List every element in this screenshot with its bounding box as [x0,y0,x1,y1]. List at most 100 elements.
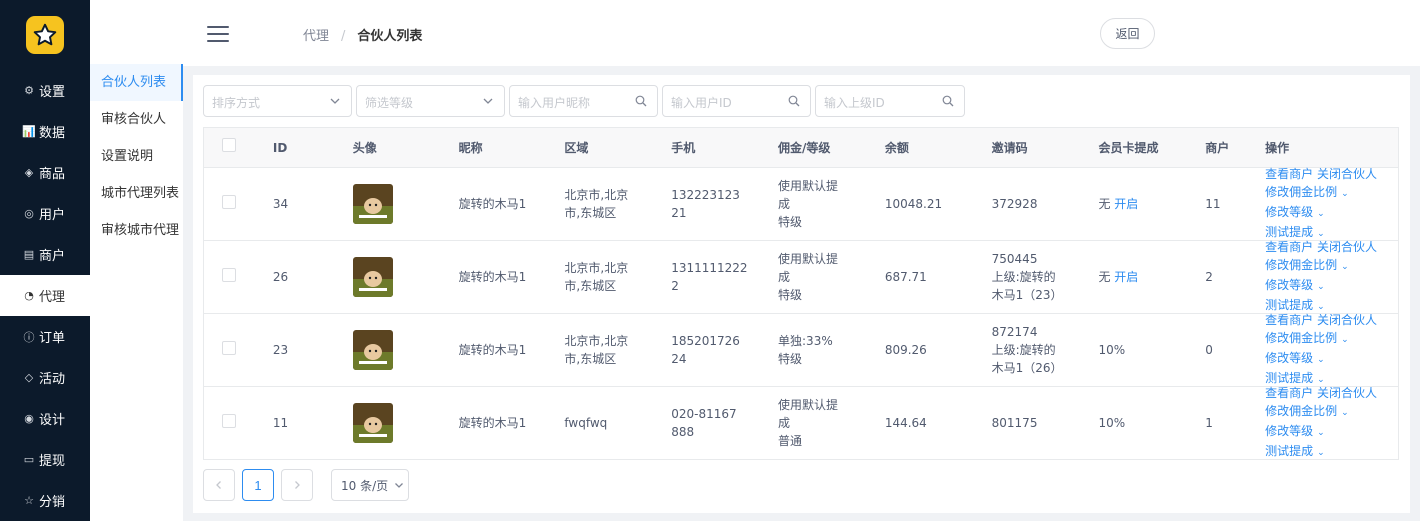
commission-cell: 单独:33% 特级 [778,332,885,368]
row-select-cell [204,340,273,360]
view-merchants-link[interactable]: 查看商户 [1265,240,1313,254]
area-cell: 北京市,北京市,东城区 [564,186,671,222]
view-merchants-link[interactable]: 查看商户 [1265,313,1313,327]
nav-item-design[interactable]: ◉ 设计 [0,398,90,439]
phone-cell: 020-81167888 [671,405,778,441]
invite-cell: 750445 上级:旋转的木马1（23） [992,250,1099,304]
sort-placeholder: 排序方式 [212,96,261,110]
back-button[interactable]: 返回 [1100,18,1155,49]
sub-item-review-city-agent[interactable]: 审核城市代理 [90,212,183,249]
invite-cell: 372928 [992,195,1099,213]
column-header-avatar: 头像 [352,140,377,155]
nav-item-agent[interactable]: ◔ 代理 [0,275,90,316]
test-commission-dropdown[interactable]: 测试提成 [1265,225,1313,239]
avatar-cell [352,403,459,443]
menu-toggle-icon[interactable] [207,26,229,42]
search-icon[interactable] [942,95,954,107]
sort-select[interactable]: 排序方式 [203,85,352,117]
nav-item-activity[interactable]: ◇ 活动 [0,357,90,398]
close-partner-link[interactable]: 关闭合伙人 [1317,240,1377,254]
edit-commission-dropdown[interactable]: 修改佣金比例 [1265,404,1337,418]
search-icon[interactable] [635,95,647,107]
nav-item-orders[interactable]: ⓘ 订单 [0,316,90,357]
edit-level-dropdown[interactable]: 修改等级 [1265,351,1313,365]
edit-level-dropdown[interactable]: 修改等级 [1265,205,1313,219]
commission-cell: 使用默认提成 特级 [778,250,885,304]
nav-item-label: 设置 [39,85,66,100]
area-text: 北京市,北京市,东城区 [564,261,629,293]
row-checkbox[interactable] [222,194,236,209]
column-header-card-commission: 会员卡提成 [1098,140,1159,155]
nav-item-settings[interactable]: ⚙ 设置 [0,70,90,111]
level-select[interactable]: 筛选等级 [356,85,505,117]
row-select-cell [204,413,273,433]
card-enable-link[interactable]: 开启 [1114,270,1138,284]
invite-code-text: 372928 [991,197,1038,211]
close-partner-link[interactable]: 关闭合伙人 [1317,167,1377,181]
test-commission-dropdown[interactable]: 测试提成 [1265,444,1313,458]
close-partner-link[interactable]: 关闭合伙人 [1317,313,1377,327]
sub-item-partner-list[interactable]: 合伙人列表 [90,64,183,101]
edit-level-dropdown[interactable]: 修改等级 [1265,424,1313,438]
main-sidebar: ⚙ 设置 📊 数据 ◈ 商品 ◎ 用户 ▤ 商户 ◔ 代理 ⓘ 订单 ◇ 活动 ◉ 设计 ▭ 提现 … [0,0,90,521]
sub-item-review-partner[interactable]: 审核合伙人 [90,101,183,138]
row-checkbox[interactable] [222,267,236,282]
sub-item-settings-notes[interactable]: 设置说明 [90,138,183,175]
card-status-text: 10% [1098,416,1126,430]
area-cell: fwqfwq [564,414,671,432]
nav-item-goods[interactable]: ◈ 商品 [0,152,90,193]
close-partner-link[interactable]: 关闭合伙人 [1317,386,1377,400]
next-page-button[interactable] [281,469,313,501]
commission-text: 使用默认提成 [778,398,839,430]
info-icon: ⓘ [23,330,35,344]
chevron-down-icon: ⌄ [1341,262,1349,272]
nickname-search-input[interactable]: 输入用户昵称 [509,85,658,117]
view-merchants-link[interactable]: 查看商户 [1265,386,1313,400]
nickname-cell: 旋转的木马1 [458,197,527,211]
test-commission-dropdown[interactable]: 测试提成 [1265,371,1313,385]
edit-commission-dropdown[interactable]: 修改佣金比例 [1265,185,1337,199]
card-commission-cell: 无 开启 [1098,268,1205,286]
page-size-select[interactable]: 10 条/页 [331,469,409,501]
column-header-actions: 操作 [1265,140,1290,155]
page-number-button[interactable]: 1 [242,469,274,501]
edit-commission-dropdown[interactable]: 修改佣金比例 [1265,331,1337,345]
chart-icon: 📊 [22,125,36,138]
breadcrumb-parent[interactable]: 代理 [303,29,329,44]
search-icon[interactable] [788,95,800,107]
sub-item-city-agent-list[interactable]: 城市代理列表 [90,175,183,212]
logo-star-icon[interactable] [26,16,64,54]
select-all-checkbox[interactable] [222,138,236,152]
column-header-id: ID [272,140,288,155]
parentid-search-input[interactable]: 输入上级ID [815,85,965,117]
userid-placeholder: 输入用户ID [671,96,732,110]
box-icon: ◈ [24,166,34,179]
card-enable-link[interactable]: 开启 [1114,197,1138,211]
nav-item-label: 商户 [39,249,66,264]
edit-commission-dropdown[interactable]: 修改佣金比例 [1265,258,1337,272]
column-header-phone: 手机 [671,140,696,155]
actions-cell: 查看商户 关闭合伙人 修改佣金比例 ⌄ 修改等级 ⌄ 测试提成 ⌄ [1265,238,1398,316]
chevron-down-icon [395,483,404,488]
nav-item-merchants[interactable]: ▤ 商户 [0,234,90,275]
nav-item-distribution[interactable]: ☆ 分销 [0,480,90,521]
prev-page-button[interactable] [203,469,235,501]
nickname-placeholder: 输入用户昵称 [518,96,591,110]
actions-cell: 查看商户 关闭合伙人 修改佣金比例 ⌄ 修改等级 ⌄ 测试提成 ⌄ [1265,165,1398,243]
test-commission-dropdown[interactable]: 测试提成 [1265,298,1313,312]
nav-item-data[interactable]: 📊 数据 [0,111,90,152]
card-status-text: 10% [1098,343,1126,357]
row-checkbox[interactable] [222,413,236,428]
nav-item-withdraw[interactable]: ▭ 提现 [0,439,90,480]
table-row: 23 旋转的木马1 北京市,北京市,东城区 18520172624 单独:33%… [204,313,1398,387]
design-icon: ◉ [24,412,34,425]
nav-item-users[interactable]: ◎ 用户 [0,193,90,234]
column-header-merchants: 商户 [1205,140,1230,155]
view-merchants-link[interactable]: 查看商户 [1265,167,1313,181]
edit-level-dropdown[interactable]: 修改等级 [1265,278,1313,292]
balance-cell: 687.71 [884,270,927,284]
column-header-area: 区域 [564,140,589,155]
balance-cell: 10048.21 [884,197,943,211]
row-checkbox[interactable] [222,340,236,355]
userid-search-input[interactable]: 输入用户ID [662,85,811,117]
